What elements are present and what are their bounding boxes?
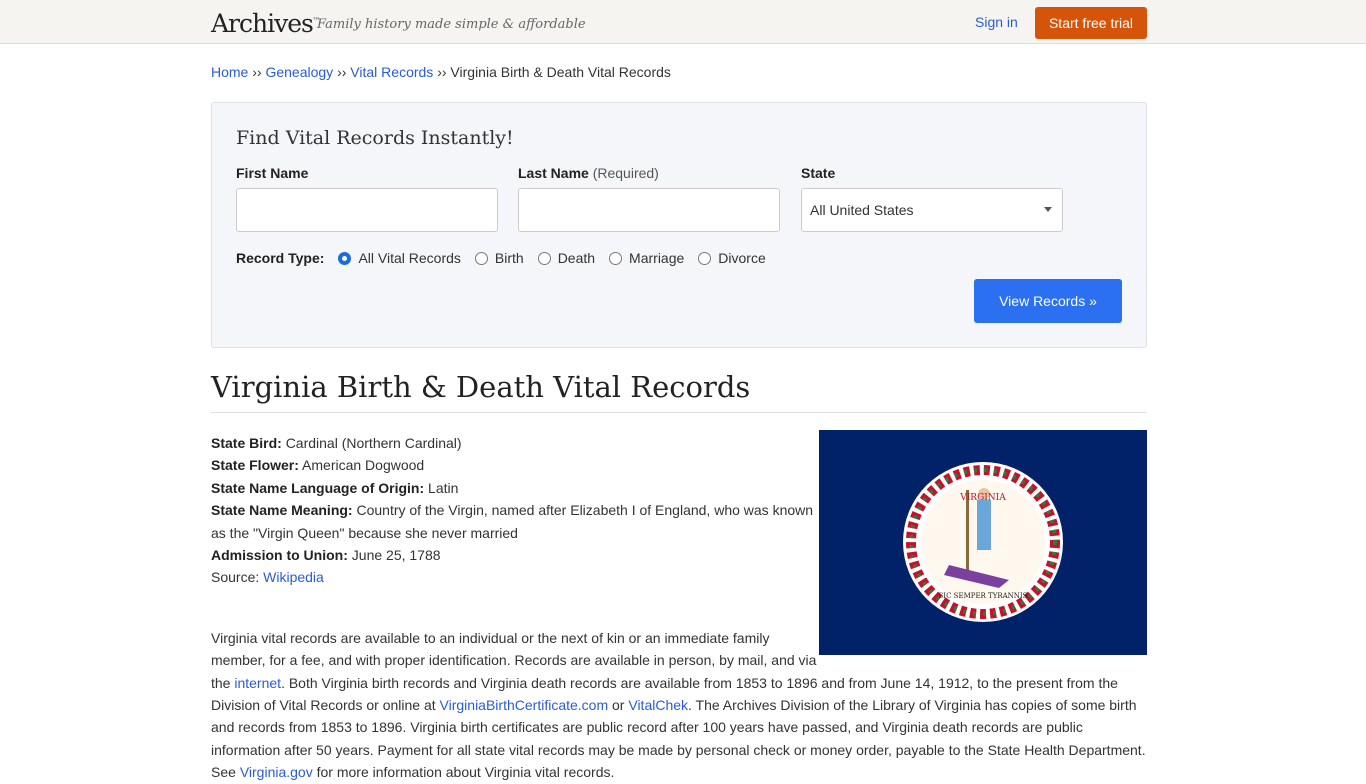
virginia-flag-image: VIRGINIA SIC SEMPER TYRANNIS xyxy=(819,430,1147,655)
record-type-group: Record Type: All Vital Records Birth Dea… xyxy=(236,250,780,266)
wikipedia-link[interactable]: Wikipedia xyxy=(263,569,324,585)
tagline: Family history made simple & affordable xyxy=(317,17,586,32)
vitalchek-link[interactable]: VitalChek xyxy=(628,697,688,713)
radio-all[interactable]: All Vital Records xyxy=(338,250,461,266)
flag-seal-motto: SIC SEMPER TYRANNIS xyxy=(939,592,1028,600)
radio-birth[interactable]: Birth xyxy=(474,250,524,266)
logo[interactable]: Archives™ xyxy=(211,9,320,38)
breadcrumb-vital-records[interactable]: Vital Records xyxy=(350,64,433,80)
state-label: State xyxy=(801,165,836,181)
separator: ›› xyxy=(433,64,451,80)
chevron-down-icon xyxy=(1044,207,1052,212)
last-name-label: Last Name (Required) xyxy=(518,165,659,181)
separator: ›› xyxy=(248,64,266,80)
search-form: Find Vital Records Instantly! First Name… xyxy=(211,102,1147,348)
breadcrumb-home[interactable]: Home xyxy=(211,64,248,80)
site-header: Archives™ Family history made simple & a… xyxy=(0,0,1366,44)
flag-seal-title: VIRGINIA xyxy=(959,493,1006,503)
first-name-label: First Name xyxy=(236,165,309,181)
virginiabirthcertificate-link[interactable]: VirginiaBirthCertificate.com xyxy=(440,697,609,713)
radio-marriage[interactable]: Marriage xyxy=(609,250,684,266)
breadcrumb-genealogy[interactable]: Genealogy xyxy=(265,64,333,80)
state-select[interactable]: All United States xyxy=(801,188,1063,232)
virginia-gov-link[interactable]: Virginia.gov xyxy=(240,764,313,780)
separator: ›› xyxy=(333,64,351,80)
record-type-label: Record Type: xyxy=(236,250,325,266)
search-title: Find Vital Records Instantly! xyxy=(236,127,514,149)
first-name-input[interactable] xyxy=(236,188,498,232)
radio-death[interactable]: Death xyxy=(537,250,595,266)
radio-divorce[interactable]: Divorce xyxy=(698,250,766,266)
sign-in-link[interactable]: Sign in xyxy=(975,14,1018,30)
start-trial-button[interactable]: Start free trial xyxy=(1034,7,1147,39)
view-records-button[interactable]: View Records » xyxy=(974,279,1122,323)
last-name-input[interactable] xyxy=(518,188,780,232)
internet-link[interactable]: internet xyxy=(234,675,281,691)
breadcrumb-current: Virginia Birth & Death Vital Records xyxy=(450,64,671,80)
page-title: Virginia Birth & Death Vital Records xyxy=(211,370,1147,413)
breadcrumb: Home ›› Genealogy ›› Vital Records ›› Vi… xyxy=(211,64,1147,80)
